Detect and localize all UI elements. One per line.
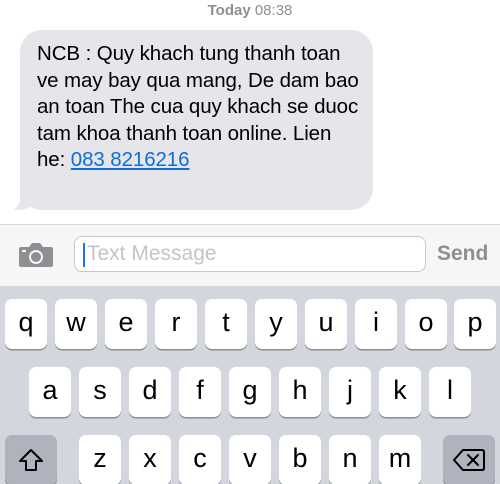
key-s[interactable]: s (79, 367, 121, 417)
camera-icon[interactable] (18, 242, 54, 268)
send-button[interactable]: Send (437, 242, 488, 266)
key-g[interactable]: g (229, 367, 271, 417)
key-o[interactable]: o (405, 299, 447, 349)
key-x[interactable]: x (129, 435, 171, 484)
message-timestamp: Today 08:38 (0, 2, 500, 19)
keyboard: q w e r t y u i o p a s d f g h j k l z … (0, 286, 500, 484)
key-k[interactable]: k (379, 367, 421, 417)
key-q[interactable]: q (5, 299, 47, 349)
key-v[interactable]: v (229, 435, 271, 484)
shift-icon (19, 449, 43, 471)
key-n[interactable]: n (329, 435, 371, 484)
key-m[interactable]: m (379, 435, 421, 484)
key-t[interactable]: t (205, 299, 247, 349)
key-b[interactable]: b (279, 435, 321, 484)
key-j[interactable]: j (329, 367, 371, 417)
messages-screen: Today 08:38 NCB : Quy khach tung thanh t… (0, 0, 500, 484)
phone-number-link[interactable]: 083 8216216 (71, 148, 190, 171)
key-d[interactable]: d (129, 367, 171, 417)
compose-bar: Text Message Send (0, 224, 500, 286)
key-i[interactable]: i (355, 299, 397, 349)
timestamp-day: Today (207, 2, 251, 19)
backspace-icon (453, 449, 485, 471)
delete-key[interactable] (443, 435, 495, 484)
key-w[interactable]: w (55, 299, 97, 349)
key-y[interactable]: y (255, 299, 297, 349)
received-message-bubble[interactable]: NCB : Quy khach tung thanh toan ve may b… (0, 30, 373, 211)
key-h[interactable]: h (279, 367, 321, 417)
key-r[interactable]: r (155, 299, 197, 349)
key-p[interactable]: p (454, 299, 496, 349)
key-f[interactable]: f (179, 367, 221, 417)
message-input-placeholder: Text Message (87, 242, 217, 265)
key-c[interactable]: c (179, 435, 221, 484)
key-e[interactable]: e (105, 299, 147, 349)
key-u[interactable]: u (305, 299, 347, 349)
key-a[interactable]: a (29, 367, 71, 417)
text-cursor (83, 243, 85, 267)
timestamp-time: 08:38 (254, 2, 293, 19)
key-z[interactable]: z (79, 435, 121, 484)
message-text: NCB : Quy khach tung thanh toan ve may b… (37, 41, 365, 174)
message-input[interactable]: Text Message (74, 236, 426, 272)
shift-key[interactable] (5, 435, 57, 484)
key-l[interactable]: l (429, 367, 471, 417)
